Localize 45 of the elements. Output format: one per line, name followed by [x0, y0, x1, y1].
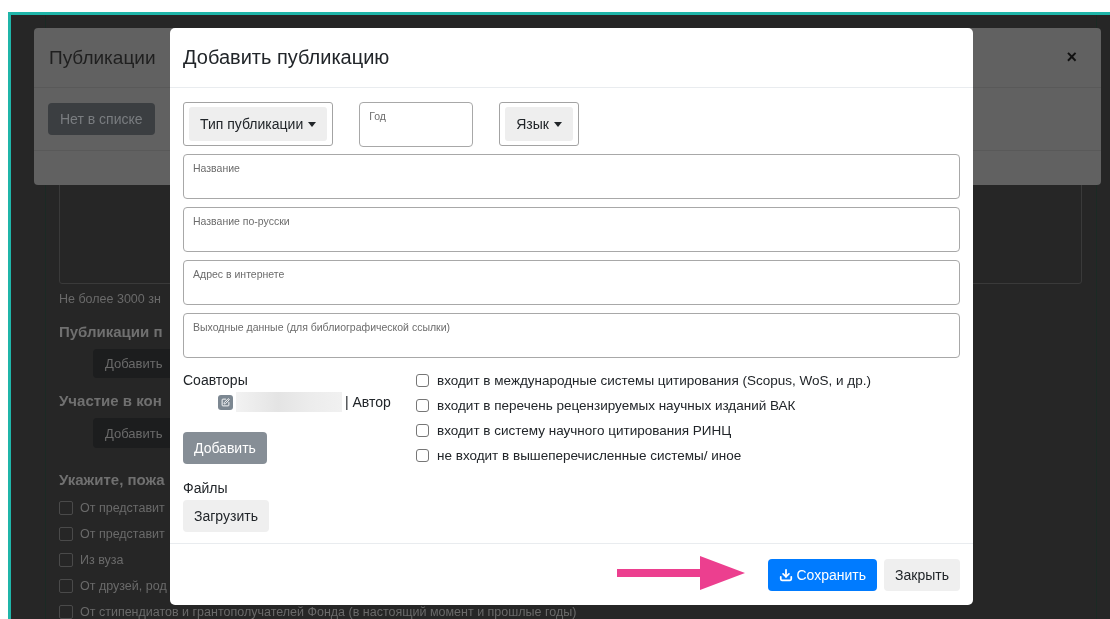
upload-button[interactable]: Загрузить	[183, 500, 269, 532]
arrow-icon	[617, 556, 747, 590]
checkbox[interactable]	[59, 605, 73, 619]
add-button[interactable]: Добавить	[183, 432, 267, 464]
input-field[interactable]: Адрес в интернете	[183, 260, 960, 305]
input-field[interactable]: Год	[359, 102, 474, 147]
checkbox[interactable]	[416, 374, 429, 387]
input-field[interactable]: Название по-русски	[183, 207, 960, 252]
dialog-title: Добавить публикацию	[183, 46, 390, 69]
option-label: От представит	[80, 527, 165, 541]
dropdown-button[interactable]: Тип публикации	[189, 107, 328, 141]
role-text: | Автор	[345, 394, 391, 410]
option-label: От представит	[80, 501, 165, 515]
field-label: Соавторы	[183, 372, 248, 388]
checkbox[interactable]	[59, 501, 73, 515]
edit-icon[interactable]	[218, 394, 233, 410]
checkbox-label: не входит в вышеперечисленные системы/ иное	[437, 448, 742, 463]
section-heading: Участие в кон	[59, 392, 162, 411]
field-label: Файлы	[183, 480, 228, 496]
hint-text: Не более 3000 зн	[59, 291, 161, 307]
section-heading: Публикации п	[59, 322, 163, 341]
checkbox[interactable]	[416, 424, 429, 437]
download-icon	[778, 567, 793, 582]
option-label: От друзей, род	[80, 579, 167, 593]
checkbox[interactable]	[59, 579, 73, 593]
checkbox[interactable]	[416, 399, 429, 412]
option-label: От стипендиатов и грантополучателей Фонда (в настоящий момент и прошлые годы)	[80, 605, 577, 619]
checkbox[interactable]	[59, 553, 73, 567]
caret-icon	[308, 121, 317, 127]
checkbox[interactable]	[59, 527, 73, 541]
checkbox-label: входит в перечень рецензируемых научных изданий ВАК	[437, 398, 796, 413]
save-button[interactable]: Сохранить	[767, 558, 878, 591]
not-listed-button[interactable]: Нет в списке	[48, 103, 155, 135]
input-field[interactable]: Название	[183, 154, 960, 199]
checkbox-label: входит в систему научного цитирования РИНЦ	[437, 423, 732, 438]
option-label: Из вуза	[80, 553, 124, 567]
question-heading: Укажите, пожа	[59, 471, 165, 489]
input-field[interactable]: Выходные данные (для библиографической ссылки)	[183, 313, 960, 358]
close-button[interactable]: Закрыть	[884, 558, 960, 591]
checkbox[interactable]	[416, 449, 429, 462]
close-button[interactable]: ×	[1062, 47, 1081, 68]
checkbox-label: входит в международные системы цитирования (Scopus, WoS, и др.)	[437, 373, 871, 388]
dropdown-button[interactable]: Язык	[505, 107, 573, 141]
dialog-title: Публикации	[49, 46, 156, 69]
caret-icon	[553, 121, 562, 127]
